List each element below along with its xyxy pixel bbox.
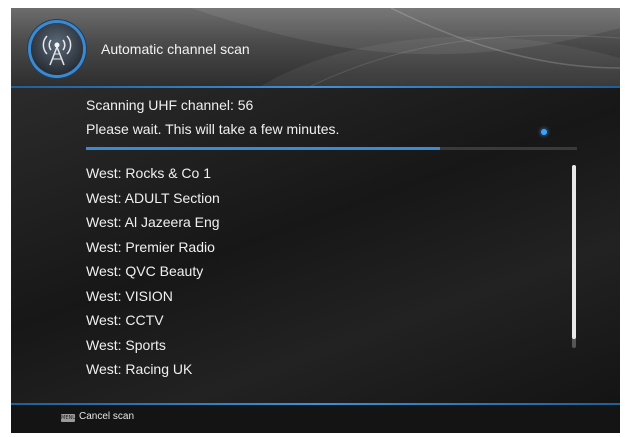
channel-list-scrollbar[interactable] (572, 165, 576, 348)
channel-list-item: West: Rocks & Co 1 (86, 165, 212, 181)
header-bar: Automatic channel scan (11, 8, 620, 86)
scan-status-text: Scanning UHF channel: 56 (86, 97, 254, 113)
menu-key-icon: MENU (61, 414, 76, 422)
channel-list-item: West: Al Jazeera Eng (86, 214, 220, 230)
cancel-scan-hint[interactable]: Cancel scan (79, 411, 134, 422)
found-channels-list[interactable]: West: Rocks & Co 1 West: ADULT Section Wes… (86, 161, 566, 382)
scrollbar-thumb[interactable] (572, 165, 576, 339)
channel-list-item: West: Racing UK (86, 361, 193, 377)
channel-scan-screen: Automatic channel scan Scanning UHF chan… (11, 8, 620, 433)
channel-list-item: West: CCTV (86, 312, 164, 328)
page-title: Automatic channel scan (101, 41, 250, 57)
footer-bar: MENU Cancel scan (11, 405, 620, 433)
channel-list-item: West: ADULT Section (86, 189, 220, 206)
antenna-broadcast-icon (31, 23, 83, 75)
channel-list-item: West: VISION (86, 287, 173, 304)
scan-progress-bar (86, 147, 577, 150)
channel-list-item: West: Sports (86, 336, 166, 353)
channel-list-item: West: QVC Beauty (86, 263, 204, 279)
channel-list-item: West: Premier Radio (86, 238, 215, 255)
scan-progress-fill (86, 147, 440, 150)
wait-message-text: Please wait. This will take a few minute… (86, 121, 340, 137)
activity-indicator-icon (541, 129, 547, 135)
